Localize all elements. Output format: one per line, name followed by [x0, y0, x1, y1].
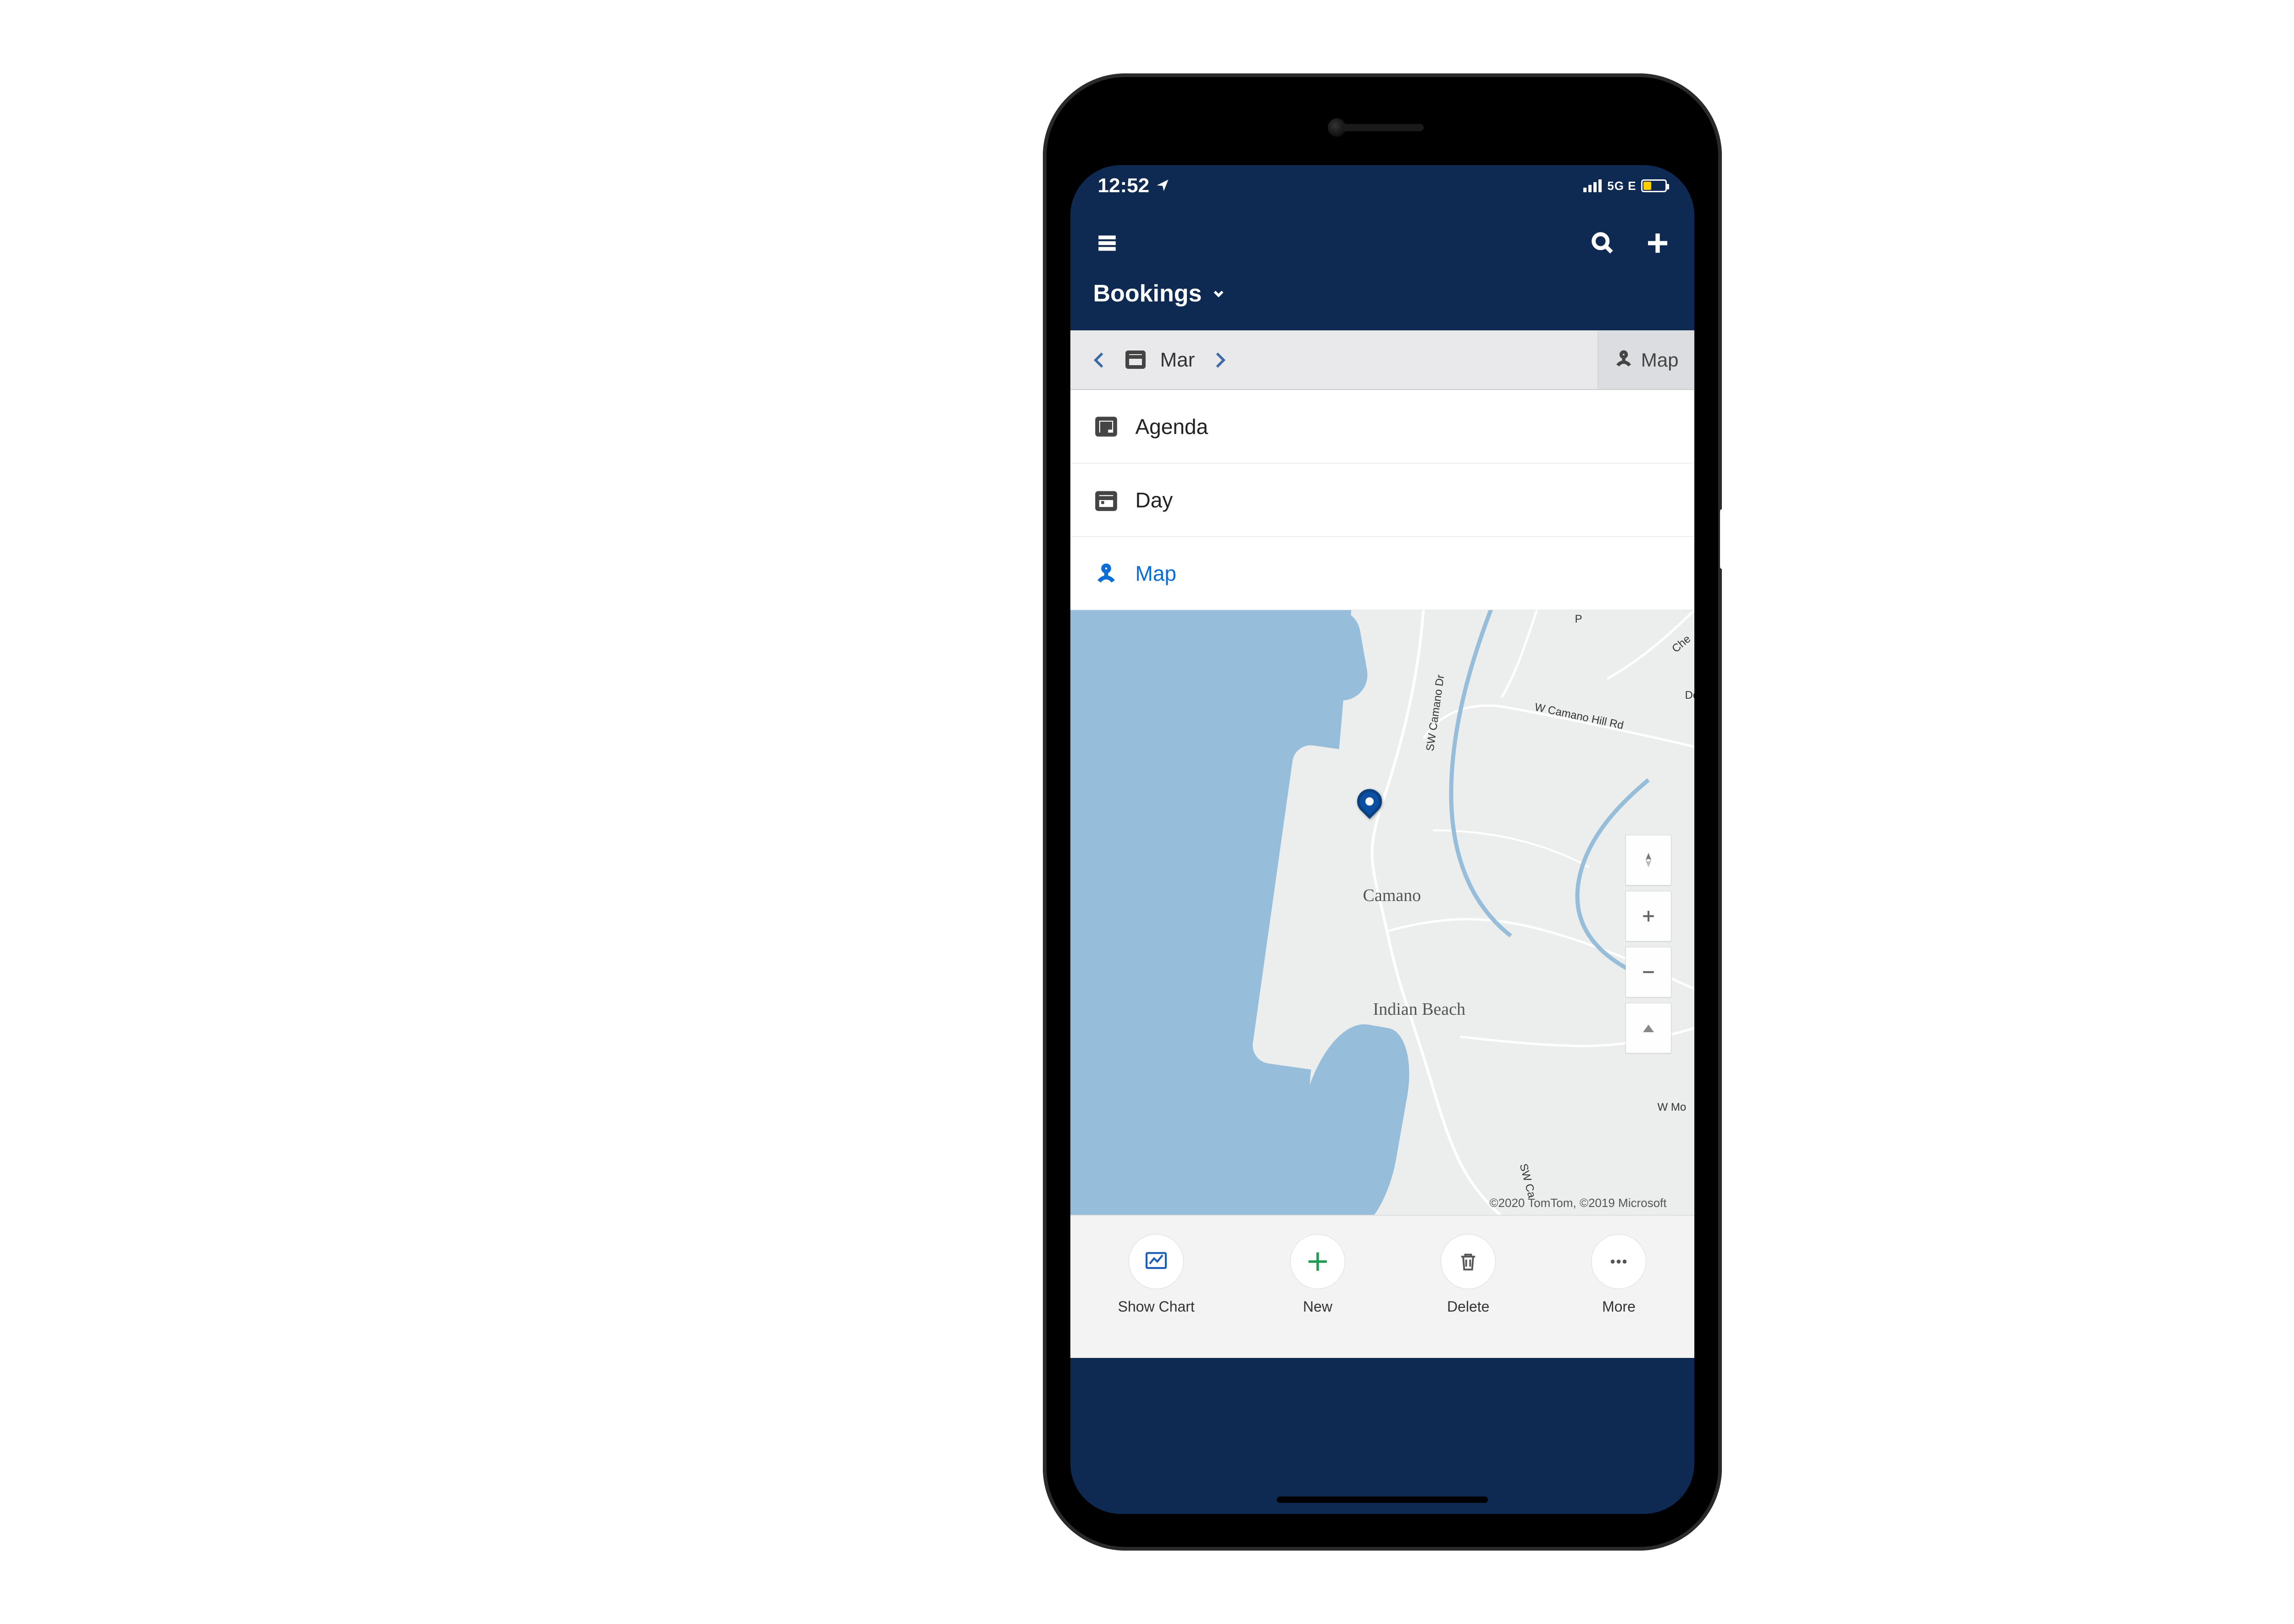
map-attribution: ©2020 TomTom, ©2019 Microsoft: [1489, 1196, 1666, 1210]
bottom-toolbar: Show Chart New Delete More: [1070, 1216, 1694, 1358]
map-icon: [1093, 561, 1119, 586]
view-option-agenda[interactable]: Agenda: [1070, 390, 1694, 463]
home-indicator[interactable]: [1277, 1496, 1488, 1503]
map-pin-icon: [1614, 349, 1634, 371]
status-time: 12:52: [1098, 174, 1150, 197]
road-label: W Mo: [1658, 1101, 1687, 1114]
more-button[interactable]: More: [1591, 1234, 1646, 1315]
calendar-icon: [1125, 348, 1147, 372]
trash-icon: [1456, 1250, 1480, 1274]
signal-icon: [1583, 179, 1602, 192]
date-nav-bar: Mar Map: [1070, 330, 1694, 390]
view-option-label: Agenda: [1136, 414, 1208, 439]
chart-icon: [1143, 1249, 1169, 1274]
view-selector[interactable]: Bookings: [1093, 266, 1671, 326]
map-tilt-button[interactable]: [1626, 1003, 1671, 1053]
map-locate-button[interactable]: [1626, 835, 1671, 885]
view-option-day[interactable]: Day: [1070, 463, 1694, 537]
page-title: Bookings: [1093, 280, 1202, 307]
next-month-button[interactable]: [1208, 349, 1231, 371]
button-label: Show Chart: [1118, 1298, 1195, 1315]
view-option-map[interactable]: Map: [1070, 537, 1694, 610]
day-icon: [1093, 487, 1119, 513]
map-controls: [1626, 835, 1671, 1053]
status-bar: 12:52 5G E: [1070, 165, 1694, 206]
delete-button[interactable]: Delete: [1441, 1234, 1496, 1315]
button-label: Delete: [1447, 1298, 1490, 1315]
road-label: Do: [1685, 689, 1694, 702]
map-toggle-label: Map: [1641, 349, 1679, 371]
phone-frame: 12:52 5G E: [1043, 73, 1722, 1551]
search-button[interactable]: [1589, 229, 1616, 257]
screen: 12:52 5G E: [1070, 165, 1694, 1514]
map-zoom-in-button[interactable]: [1626, 891, 1671, 941]
map-place-label: Camano: [1363, 885, 1421, 906]
view-option-label: Day: [1136, 488, 1173, 512]
location-icon: [1156, 174, 1169, 197]
show-chart-button[interactable]: Show Chart: [1118, 1234, 1195, 1315]
network-label: 5G E: [1607, 179, 1636, 193]
view-options: Agenda Day Map: [1070, 390, 1694, 610]
map-view[interactable]: SW Camano Dr W Camano Hill Rd Che W Mo S…: [1070, 610, 1694, 1216]
roads: [1070, 610, 1694, 1215]
app-header: Bookings: [1070, 206, 1694, 330]
battery-icon: [1641, 179, 1667, 192]
button-label: More: [1602, 1298, 1636, 1315]
map-place-label: Indian Beach: [1373, 999, 1466, 1019]
plus-icon: [1304, 1248, 1331, 1275]
month-label[interactable]: Mar: [1160, 349, 1195, 372]
map-zoom-out-button[interactable]: [1626, 947, 1671, 997]
new-button[interactable]: New: [1290, 1234, 1345, 1315]
hamburger-menu-button[interactable]: [1093, 229, 1121, 257]
view-option-label: Map: [1136, 561, 1176, 586]
map-toggle-button[interactable]: Map: [1598, 331, 1694, 389]
earpiece: [1341, 124, 1424, 131]
add-button[interactable]: [1644, 229, 1671, 257]
agenda-icon: [1093, 414, 1119, 439]
prev-month-button[interactable]: [1089, 349, 1111, 371]
chevron-down-icon: [1211, 286, 1226, 301]
button-label: New: [1303, 1298, 1332, 1315]
more-icon: [1607, 1250, 1631, 1274]
road-label: P: [1575, 613, 1582, 626]
